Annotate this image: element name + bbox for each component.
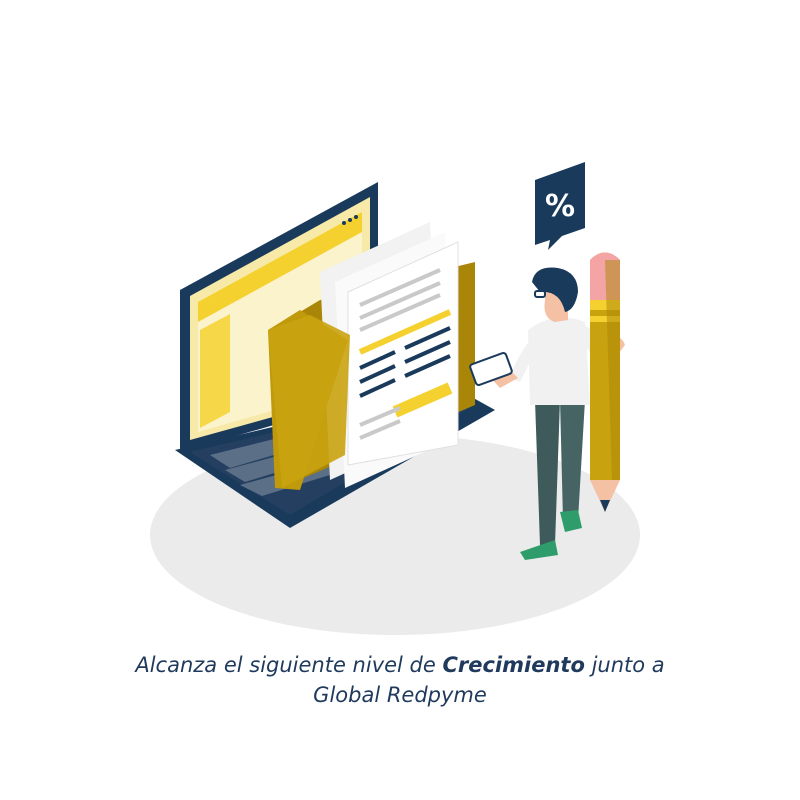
illustration: % — [150, 162, 640, 635]
caption-line-2: Global Redpyme — [313, 683, 487, 707]
caption: Alcanza el siguiente nivel de Crecimient… — [0, 650, 800, 710]
caption-text-after: junto a — [584, 653, 665, 677]
caption-line-1: Alcanza el siguiente nivel de Crecimient… — [0, 650, 800, 680]
pencil — [590, 252, 620, 512]
caption-emphasis: Crecimiento — [442, 653, 585, 677]
caption-text-before: Alcanza el siguiente nivel de — [135, 653, 443, 677]
page: % Alcanza el siguiente nivel de Crecimie… — [0, 0, 800, 800]
percent-icon: % — [545, 189, 575, 224]
percent-badge: % — [535, 162, 585, 250]
